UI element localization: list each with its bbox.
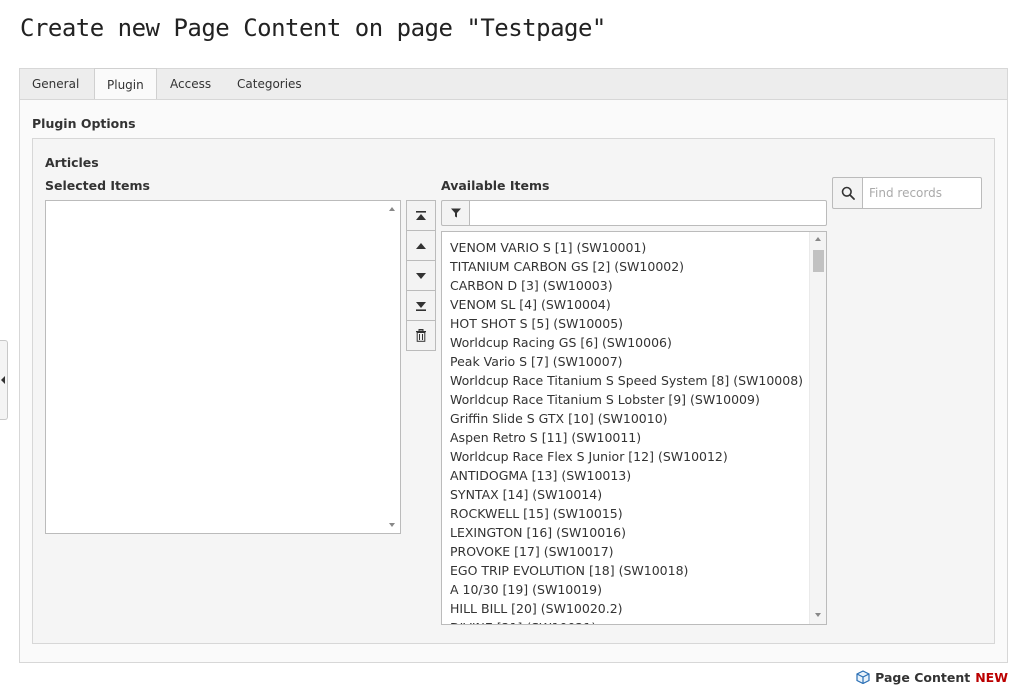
selection-controls (406, 200, 436, 351)
list-item[interactable]: ANTIDOGMA [13] (SW10013) (450, 466, 803, 485)
tab-general[interactable]: General (20, 69, 91, 101)
field-title: Articles (45, 155, 99, 170)
list-item[interactable]: VENOM VARIO S [1] (SW10001) (450, 238, 803, 257)
scroll-up-icon[interactable] (389, 207, 395, 211)
available-items-label: Available Items (441, 178, 550, 193)
move-up-icon (416, 242, 426, 249)
move-to-top-button[interactable] (406, 200, 436, 231)
list-item[interactable]: VENOM SL [4] (SW10004) (450, 295, 803, 314)
filter-button[interactable] (441, 200, 470, 226)
available-filter (441, 200, 827, 226)
move-up-button[interactable] (406, 230, 436, 261)
tab-plugin[interactable]: Plugin (94, 68, 157, 102)
trash-icon (416, 329, 426, 342)
search-icon (841, 186, 855, 200)
list-item[interactable]: CARBON D [3] (SW10003) (450, 276, 803, 295)
list-item[interactable]: Worldcup Race Titanium S Speed System [8… (450, 371, 803, 390)
list-item[interactable]: A 10/30 [19] (SW10019) (450, 580, 803, 599)
record-indicator: Page Content NEW (856, 668, 1008, 686)
find-records (832, 177, 982, 209)
list-item[interactable]: SYNTAX [14] (SW10014) (450, 485, 803, 504)
move-to-top-icon (416, 210, 426, 220)
move-to-bottom-icon (416, 301, 426, 311)
move-down-icon (416, 272, 426, 279)
list-item[interactable]: HILL BILL [20] (SW10020.2) (450, 599, 803, 618)
selected-items-label: Selected Items (45, 178, 150, 193)
sidebar-collapse-handle[interactable] (0, 340, 8, 420)
tab-bar: General Plugin Access Categories (19, 68, 1008, 102)
list-item[interactable]: Aspen Retro S [11] (SW10011) (450, 428, 803, 447)
move-to-bottom-button[interactable] (406, 290, 436, 321)
record-type: Page Content (875, 669, 971, 685)
available-items: VENOM VARIO S [1] (SW10001) TITANIUM CARB… (450, 238, 803, 624)
list-item[interactable]: Worldcup Race Flex S Junior [12] (SW1001… (450, 447, 803, 466)
move-down-button[interactable] (406, 260, 436, 291)
list-item[interactable]: Worldcup Racing GS [6] (SW10006) (450, 333, 803, 352)
scroll-up-icon[interactable] (815, 237, 821, 241)
filter-input[interactable] (469, 200, 827, 226)
tab-categories[interactable]: Categories (225, 69, 314, 101)
list-item[interactable]: EGO TRIP EVOLUTION [18] (SW10018) (450, 561, 803, 580)
list-item[interactable]: Peak Vario S [7] (SW10007) (450, 352, 803, 371)
list-item[interactable]: DIVINE [21] (SW10021) (450, 618, 803, 624)
status-badge: NEW (975, 669, 1008, 685)
cube-icon (856, 670, 870, 684)
section-title: Plugin Options (32, 116, 136, 131)
list-item[interactable]: HOT SHOT S [5] (SW10005) (450, 314, 803, 333)
search-input[interactable] (862, 177, 982, 209)
page-title: Create new Page Content on page "Testpag… (20, 14, 606, 42)
scrollbar[interactable] (809, 232, 826, 624)
scroll-down-icon[interactable] (815, 613, 821, 617)
list-item[interactable]: Griffin Slide S GTX [10] (SW10010) (450, 409, 803, 428)
list-item[interactable]: TITANIUM CARBON GS [2] (SW10002) (450, 257, 803, 276)
chevron-left-icon (1, 376, 5, 384)
scrollbar-thumb[interactable] (813, 250, 824, 272)
tab-access[interactable]: Access (158, 69, 223, 101)
selected-items-list[interactable] (45, 200, 401, 534)
list-item[interactable]: ROCKWELL [15] (SW10015) (450, 504, 803, 523)
available-items-list[interactable]: VENOM VARIO S [1] (SW10001) TITANIUM CARB… (441, 231, 827, 625)
scroll-down-icon[interactable] (389, 523, 395, 527)
remove-selected-button[interactable] (406, 320, 436, 351)
filter-icon (450, 208, 461, 218)
search-button[interactable] (832, 177, 863, 209)
list-item[interactable]: PROVOKE [17] (SW10017) (450, 542, 803, 561)
list-item[interactable]: Worldcup Race Titanium S Lobster [9] (SW… (450, 390, 803, 409)
list-item[interactable]: LEXINGTON [16] (SW10016) (450, 523, 803, 542)
